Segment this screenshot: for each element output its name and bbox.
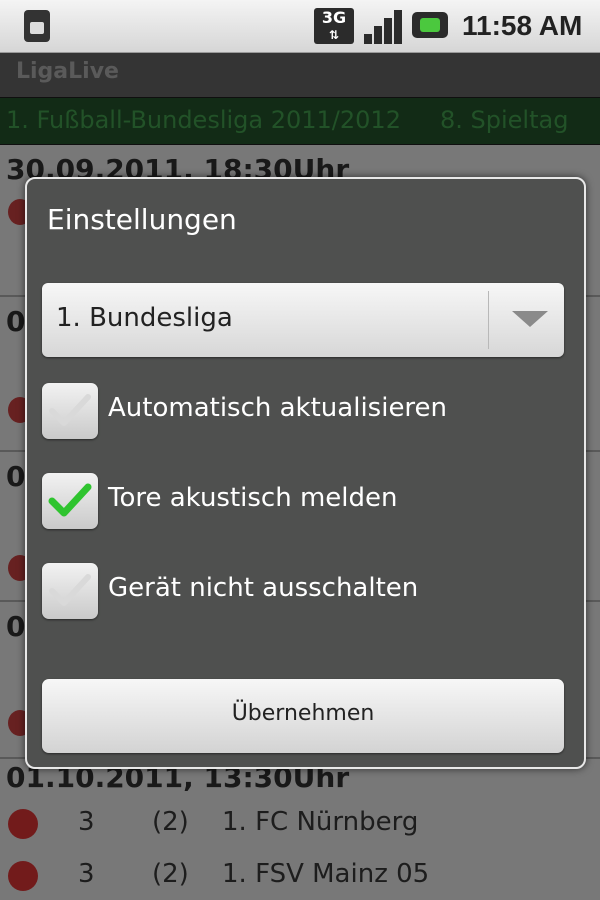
checkmark-icon — [49, 394, 91, 426]
network-3g-icon: 3G ⇅ — [314, 8, 354, 44]
apply-button-label: Übernehmen — [231, 701, 375, 726]
league-select[interactable]: 1. Bundesliga — [42, 283, 564, 357]
checkmark-icon — [49, 574, 91, 606]
checkbox-keep-awake[interactable] — [42, 563, 98, 619]
sim-card-icon — [24, 10, 50, 42]
signal-strength-icon — [362, 8, 402, 44]
dialog-title: Einstellungen — [47, 203, 237, 236]
dropdown-arrow-icon — [512, 311, 548, 327]
battery-icon — [412, 12, 448, 38]
settings-dialog: Einstellungen 1. Bundesliga Automatisch … — [25, 177, 586, 769]
status-bar: 3G ⇅ 11:58 AM — [0, 0, 600, 53]
apply-button[interactable]: Übernehmen — [42, 679, 564, 753]
option-keep-awake[interactable]: Gerät nicht ausschalten — [42, 561, 564, 621]
option-goal-sound[interactable]: Tore akustisch melden — [42, 471, 564, 531]
option-label: Automatisch aktualisieren — [108, 393, 448, 423]
checkbox-goal-sound[interactable] — [42, 473, 98, 529]
checkmark-icon — [48, 483, 92, 517]
divider — [488, 291, 489, 349]
option-auto-update[interactable]: Automatisch aktualisieren — [42, 381, 564, 441]
checkbox-auto-update[interactable] — [42, 383, 98, 439]
option-label: Tore akustisch melden — [108, 483, 398, 513]
league-select-value: 1. Bundesliga — [56, 303, 233, 333]
status-time: 11:58 AM — [462, 10, 583, 41]
option-label: Gerät nicht ausschalten — [108, 573, 419, 603]
